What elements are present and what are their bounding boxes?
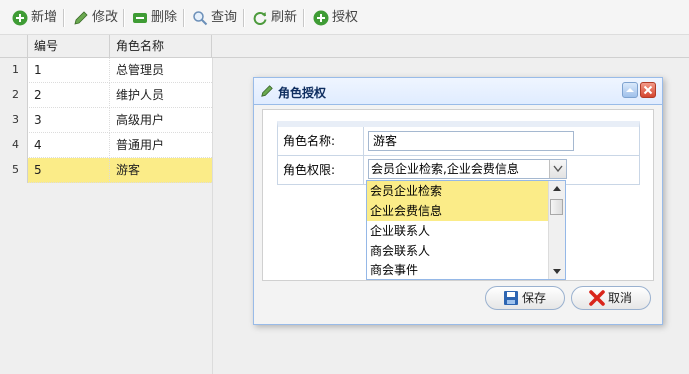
add-icon — [12, 10, 28, 26]
toolbar: 新增 修改 删除 查询 刷新 授权 — [0, 0, 689, 35]
collapse-button[interactable] — [622, 82, 638, 98]
edit-label: 修改 — [92, 10, 119, 25]
permission-label: 角色权限: — [278, 156, 364, 185]
dropdown-option-selected[interactable]: 企业会费信息 — [367, 201, 549, 221]
permission-dropdown-list: 会员企业检索 企业会费信息 企业联系人 商会联系人 商会事件 — [366, 180, 566, 280]
dropdown-option[interactable]: 商会联系人 — [367, 241, 549, 261]
toolbar-separator — [303, 9, 305, 27]
toolbar-separator — [63, 9, 65, 27]
scroll-up-icon[interactable] — [553, 185, 561, 191]
permission-combobox-value: 会员企业检索,企业会费信息 — [371, 162, 519, 176]
row-number: 3 — [0, 108, 28, 133]
table-row[interactable]: 2 2 维护人员 — [0, 83, 212, 108]
search-icon — [193, 11, 208, 26]
table-row[interactable]: 4 4 普通用户 — [0, 133, 212, 158]
cell-name: 高级用户 — [116, 113, 165, 127]
save-icon — [504, 291, 518, 305]
role-name-field[interactable]: 游客 — [368, 131, 574, 151]
toolbar-separator — [243, 9, 245, 27]
save-label: 保存 — [522, 291, 547, 305]
dropdown-option[interactable]: 商会事件 — [367, 261, 549, 279]
cell-id: 1 — [28, 58, 110, 83]
query-label: 查询 — [211, 10, 238, 25]
row-number: 1 — [0, 58, 28, 83]
toolbar-separator — [123, 9, 125, 27]
table-row[interactable]: 3 3 高级用户 — [0, 108, 212, 133]
cell-name: 游客 — [116, 163, 141, 177]
combobox-arrow-button[interactable] — [549, 160, 566, 178]
dialog-header[interactable]: 角色授权 — [254, 78, 662, 105]
cell-name: 总管理员 — [116, 63, 165, 77]
cancel-label: 取消 — [608, 291, 633, 305]
refresh-label: 刷新 — [271, 10, 298, 25]
save-button[interactable]: 保存 — [485, 286, 565, 310]
refresh-icon — [253, 12, 267, 25]
cell-id: 5 — [28, 158, 110, 183]
toolbar-separator — [183, 9, 185, 27]
grant-icon — [313, 10, 329, 26]
role-name-label: 角色名称: — [278, 127, 364, 155]
add-label: 新增 — [31, 10, 58, 25]
scroll-down-icon[interactable] — [553, 269, 561, 275]
edit-icon — [74, 11, 88, 25]
dropdown-option[interactable]: 企业联系人 — [367, 221, 549, 241]
dropdown-option-selected[interactable]: 会员企业检索 — [367, 181, 549, 201]
row-number: 4 — [0, 133, 28, 158]
cell-name: 维护人员 — [116, 88, 165, 102]
table-row[interactable]: 1 1 总管理员 — [0, 58, 212, 83]
close-icon — [643, 85, 653, 95]
column-header-name[interactable]: 角色名称 — [110, 35, 212, 58]
table-row-selected[interactable]: 5 5 游客 — [0, 158, 212, 183]
cell-id: 3 — [28, 108, 110, 133]
cell-id: 2 — [28, 83, 110, 108]
row-number: 5 — [0, 158, 28, 183]
scrollbar-thumb[interactable] — [550, 199, 563, 215]
role-grid: 编号 角色名称 1 1 总管理员 2 2 维护人员 3 3 高级用户 4 4 普… — [0, 35, 689, 374]
cell-name: 普通用户 — [116, 138, 165, 152]
dialog-title: 角色授权 — [278, 86, 327, 100]
grid-header: 编号 角色名称 — [0, 35, 689, 58]
cancel-icon — [589, 290, 605, 306]
column-header-id[interactable]: 编号 — [28, 35, 110, 58]
close-button[interactable] — [640, 82, 656, 98]
grant-label: 授权 — [332, 10, 359, 25]
delete-icon — [133, 13, 147, 23]
chevron-down-icon — [553, 165, 563, 173]
pencil-icon — [261, 85, 273, 97]
rownum-header — [0, 35, 28, 58]
role-name-row: 角色名称: 游客 — [278, 127, 639, 156]
cancel-button[interactable]: 取消 — [571, 286, 651, 310]
dropdown-scrollbar[interactable] — [548, 181, 565, 279]
collapse-icon — [626, 88, 634, 92]
grant-form: 角色名称: 游客 角色权限: 会员企业检索,企业会费信息 — [277, 121, 640, 185]
delete-label: 删除 — [151, 10, 178, 25]
cell-id: 4 — [28, 133, 110, 158]
permission-combobox[interactable]: 会员企业检索,企业会费信息 — [368, 159, 567, 179]
row-number: 2 — [0, 83, 28, 108]
